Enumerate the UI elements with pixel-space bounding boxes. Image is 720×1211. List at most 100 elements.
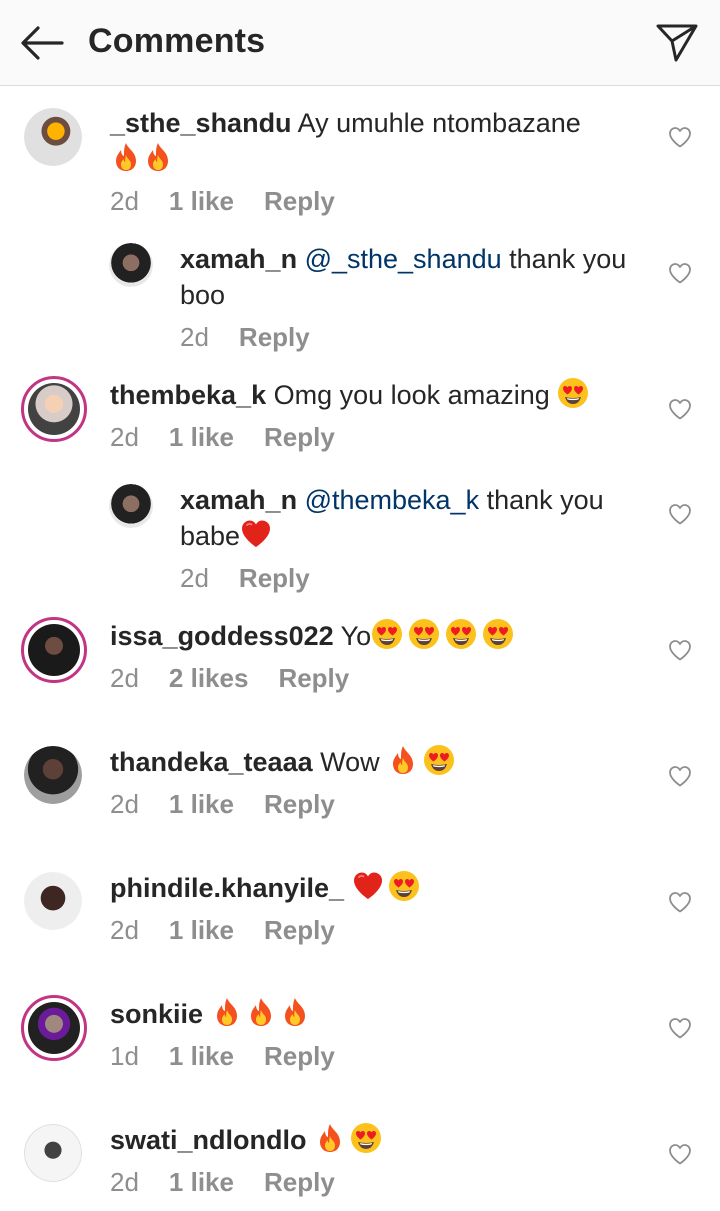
comment-meta: 2d 1 like Reply bbox=[110, 186, 365, 217]
fire-icon bbox=[211, 996, 243, 1028]
comment-meta: 2d 1 like Reply bbox=[110, 789, 365, 820]
reply-button[interactable]: Reply bbox=[264, 1041, 335, 1071]
comment-meta: 2d 1 like Reply bbox=[110, 915, 365, 946]
reply-button[interactable]: Reply bbox=[264, 1167, 335, 1197]
comment-username[interactable]: xamah_n bbox=[180, 485, 297, 515]
heart-eyes-icon bbox=[371, 618, 403, 650]
comment-username[interactable]: thembeka_k bbox=[110, 380, 266, 410]
comment-meta: 2d 1 like Reply bbox=[110, 422, 365, 453]
comment-body: thank you bbox=[486, 485, 604, 515]
comment-meta: 2d Reply bbox=[180, 563, 340, 594]
fire-icon bbox=[142, 141, 174, 173]
share-button[interactable] bbox=[652, 20, 700, 64]
comment-time: 2d bbox=[110, 915, 139, 945]
comment-meta: 2d 2 likes Reply bbox=[110, 663, 379, 694]
reply-button[interactable]: Reply bbox=[239, 563, 310, 593]
avatar[interactable] bbox=[24, 108, 82, 166]
like-heart-icon[interactable] bbox=[668, 639, 692, 661]
mention-link[interactable]: @_sthe_shandu bbox=[305, 244, 502, 274]
arrow-left-icon bbox=[21, 26, 64, 60]
comment-text: _sthe_shandu Ay umuhle ntombazane bbox=[110, 105, 581, 177]
comment-meta: 2d Reply bbox=[180, 322, 340, 353]
comment-body: Yo bbox=[340, 621, 372, 651]
fire-icon bbox=[110, 141, 142, 173]
reply-button[interactable]: Reply bbox=[264, 915, 335, 945]
comment-time: 2d bbox=[110, 186, 139, 216]
like-heart-icon[interactable] bbox=[668, 398, 692, 420]
red-heart-icon bbox=[352, 870, 384, 902]
like-heart-icon[interactable] bbox=[668, 1017, 692, 1039]
fire-icon bbox=[314, 1122, 346, 1154]
likes-count[interactable]: 1 like bbox=[169, 789, 234, 819]
comment-body-cont: boo bbox=[180, 280, 226, 310]
comment-time: 2d bbox=[110, 789, 139, 819]
avatar[interactable] bbox=[21, 376, 87, 442]
reply-button[interactable]: Reply bbox=[239, 322, 310, 352]
avatar[interactable] bbox=[24, 746, 82, 804]
back-button[interactable] bbox=[18, 24, 66, 62]
avatar[interactable] bbox=[21, 995, 87, 1061]
comment-time: 1d bbox=[110, 1041, 139, 1071]
comment-body: Ay umuhle ntombazane bbox=[297, 108, 581, 138]
page-title: Comments bbox=[88, 22, 266, 60]
avatar[interactable] bbox=[21, 617, 87, 683]
avatar[interactable] bbox=[24, 872, 82, 930]
reply-button[interactable]: Reply bbox=[278, 663, 349, 693]
like-heart-icon[interactable] bbox=[668, 262, 692, 284]
comment-username[interactable]: xamah_n bbox=[180, 244, 297, 274]
avatar[interactable] bbox=[109, 243, 153, 287]
avatar[interactable] bbox=[24, 1124, 82, 1182]
likes-count[interactable]: 1 like bbox=[169, 186, 234, 216]
like-heart-icon[interactable] bbox=[668, 503, 692, 525]
comment-body: Wow bbox=[320, 747, 380, 777]
likes-count[interactable]: 1 like bbox=[169, 1167, 234, 1197]
top-bar: Comments bbox=[0, 0, 720, 86]
likes-count[interactable]: 1 like bbox=[169, 422, 234, 452]
avatar[interactable] bbox=[109, 484, 153, 528]
likes-count[interactable]: 2 likes bbox=[169, 663, 249, 693]
comment-text: issa_goddess022 Yo bbox=[110, 618, 514, 654]
comment-time: 2d bbox=[180, 322, 209, 352]
like-heart-icon[interactable] bbox=[668, 891, 692, 913]
comment-username[interactable]: sonkiie bbox=[110, 999, 203, 1029]
comment-body: Omg you look amazing bbox=[273, 380, 550, 410]
comment-username[interactable]: swati_ndlondlo bbox=[110, 1125, 307, 1155]
comment-meta: 2d 1 like Reply bbox=[110, 1167, 365, 1198]
comment-time: 2d bbox=[110, 1167, 139, 1197]
comment-text: sonkiie bbox=[110, 996, 311, 1032]
heart-eyes-icon bbox=[445, 618, 477, 650]
comment-time: 2d bbox=[110, 663, 139, 693]
comment-time: 2d bbox=[110, 422, 139, 452]
comment-username[interactable]: issa_goddess022 bbox=[110, 621, 334, 651]
fire-icon bbox=[245, 996, 277, 1028]
comment-body: thank you bbox=[509, 244, 627, 274]
heart-eyes-icon bbox=[350, 1122, 382, 1154]
heart-eyes-icon bbox=[388, 870, 420, 902]
comment-username[interactable]: phindile.khanyile_ bbox=[110, 873, 344, 903]
comment-text: thandeka_teaaa Wow bbox=[110, 744, 455, 780]
red-heart-icon bbox=[240, 518, 272, 550]
mention-link[interactable]: @thembeka_k bbox=[305, 485, 480, 515]
reply-button[interactable]: Reply bbox=[264, 422, 335, 452]
comment-username[interactable]: _sthe_shandu bbox=[110, 108, 292, 138]
comment-meta: 1d 1 like Reply bbox=[110, 1041, 365, 1072]
like-heart-icon[interactable] bbox=[668, 126, 692, 148]
reply-button[interactable]: Reply bbox=[264, 789, 335, 819]
heart-eyes-icon bbox=[408, 618, 440, 650]
comment-username[interactable]: thandeka_teaaa bbox=[110, 747, 313, 777]
comment-text: swati_ndlondlo bbox=[110, 1122, 382, 1158]
heart-eyes-icon bbox=[557, 377, 589, 409]
like-heart-icon[interactable] bbox=[668, 1143, 692, 1165]
comment-text: xamah_n @thembeka_k thank you babe bbox=[180, 482, 650, 554]
paper-plane-icon bbox=[656, 24, 698, 62]
comment-text: thembeka_k Omg you look amazing bbox=[110, 377, 589, 413]
heart-eyes-icon bbox=[423, 744, 455, 776]
like-heart-icon[interactable] bbox=[668, 765, 692, 787]
fire-icon bbox=[387, 744, 419, 776]
reply-button[interactable]: Reply bbox=[264, 186, 335, 216]
likes-count[interactable]: 1 like bbox=[169, 1041, 234, 1071]
likes-count[interactable]: 1 like bbox=[169, 915, 234, 945]
comment-body-cont: babe bbox=[180, 521, 241, 551]
comment-text: xamah_n @_sthe_shandu thank you boo bbox=[180, 241, 650, 313]
fire-icon bbox=[279, 996, 311, 1028]
